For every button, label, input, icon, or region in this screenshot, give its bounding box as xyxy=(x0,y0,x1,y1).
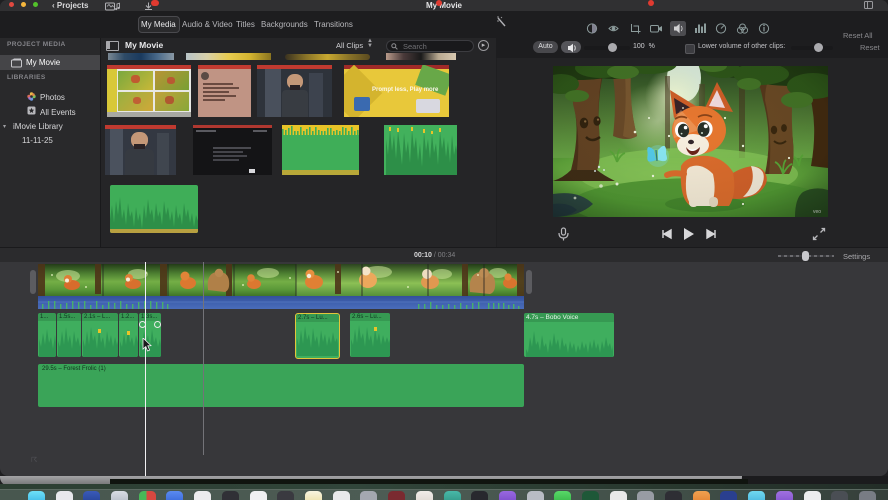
svg-text:veo: veo xyxy=(813,209,821,215)
